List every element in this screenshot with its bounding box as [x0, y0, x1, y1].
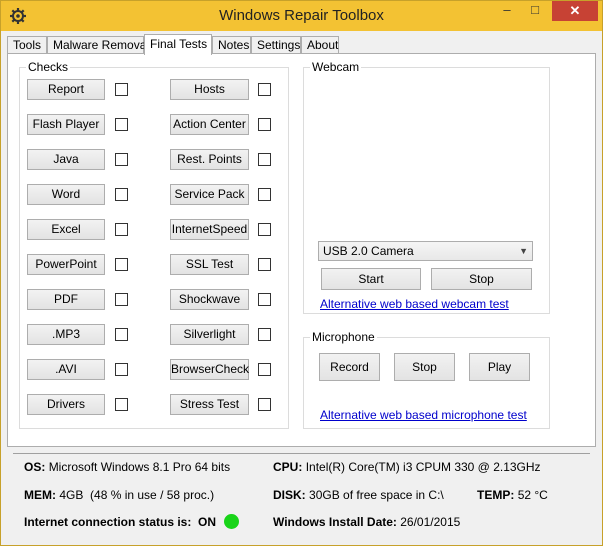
- net-value: ON: [198, 515, 217, 529]
- restore-points-checkbox[interactable]: [258, 153, 271, 166]
- microphone-stop-button[interactable]: Stop: [394, 353, 455, 381]
- microphone-play-button[interactable]: Play: [469, 353, 530, 381]
- checks-title: Checks: [26, 60, 71, 74]
- restore-points-button[interactable]: Rest. Points: [170, 149, 249, 170]
- flash-player-checkbox[interactable]: [115, 118, 128, 131]
- disk-info: DISK: 30GB of free space in C:\: [273, 488, 444, 502]
- mem-value: 4GB: [59, 488, 84, 502]
- internet-speed-checkbox[interactable]: [258, 223, 271, 236]
- microphone-record-button[interactable]: Record: [319, 353, 380, 381]
- ssl-test-checkbox[interactable]: [258, 258, 271, 271]
- webcam-title: Webcam: [310, 60, 362, 74]
- install-value: 26/01/2015: [400, 515, 461, 529]
- pdf-button[interactable]: PDF: [27, 289, 105, 310]
- net-info: Internet connection status is: ON: [24, 515, 216, 529]
- tab-notes[interactable]: Notes: [212, 36, 251, 53]
- tab-settings[interactable]: Settings: [251, 36, 301, 53]
- drivers-button[interactable]: Drivers: [27, 394, 105, 415]
- os-info: OS: Microsoft Windows 8.1 Pro 64 bits: [24, 460, 230, 474]
- tab-malware-removal[interactable]: Malware Removal: [47, 36, 149, 53]
- silverlight-checkbox[interactable]: [258, 328, 271, 341]
- shockwave-button[interactable]: Shockwave: [170, 289, 249, 310]
- mp3-checkbox[interactable]: [115, 328, 128, 341]
- stress-test-button[interactable]: Stress Test: [170, 394, 249, 415]
- minimize-button[interactable]: –: [493, 1, 521, 21]
- cpu-label: CPU:: [273, 460, 303, 474]
- stress-test-checkbox[interactable]: [258, 398, 271, 411]
- excel-button[interactable]: Excel: [27, 219, 105, 240]
- install-info: Windows Install Date: 26/01/2015: [273, 515, 460, 529]
- pdf-checkbox[interactable]: [115, 293, 128, 306]
- microphone-alt-link[interactable]: Alternative web based microphone test: [320, 408, 527, 422]
- internet-speed-button[interactable]: InternetSpeed: [170, 219, 249, 240]
- avi-checkbox[interactable]: [115, 363, 128, 376]
- maximize-button[interactable]: □: [521, 1, 549, 21]
- tab-final-tests[interactable]: Final Tests: [144, 34, 212, 55]
- install-label: Windows Install Date:: [273, 515, 397, 529]
- webcam-device-select[interactable]: USB 2.0 Camera ▼: [318, 241, 533, 261]
- final-tests-panel: Checks Report Flash Player Java Word Exc…: [7, 53, 596, 447]
- browser-check-button[interactable]: BrowserCheck: [170, 359, 249, 380]
- drivers-checkbox[interactable]: [115, 398, 128, 411]
- temp-label: TEMP:: [477, 488, 515, 502]
- temp-value: 52 °C: [517, 488, 548, 502]
- mem-label: MEM:: [24, 488, 56, 502]
- action-center-button[interactable]: Action Center: [170, 114, 249, 135]
- flash-player-button[interactable]: Flash Player: [27, 114, 105, 135]
- java-checkbox[interactable]: [115, 153, 128, 166]
- action-center-checkbox[interactable]: [258, 118, 271, 131]
- java-button[interactable]: Java: [27, 149, 105, 170]
- service-pack-checkbox[interactable]: [258, 188, 271, 201]
- temp-info: TEMP: 52 °C: [477, 488, 548, 502]
- webcam-alt-link[interactable]: Alternative web based webcam test: [320, 297, 509, 311]
- connection-status-icon: [224, 514, 239, 529]
- mem-info: MEM: 4GB (48 % in use / 58 proc.): [24, 488, 214, 502]
- powerpoint-button[interactable]: PowerPoint: [27, 254, 105, 275]
- chevron-down-icon: ▼: [519, 246, 528, 256]
- word-checkbox[interactable]: [115, 188, 128, 201]
- tab-about[interactable]: About: [301, 36, 339, 53]
- service-pack-button[interactable]: Service Pack: [170, 184, 249, 205]
- excel-checkbox[interactable]: [115, 223, 128, 236]
- shockwave-checkbox[interactable]: [258, 293, 271, 306]
- close-button[interactable]: ✕: [552, 1, 598, 21]
- browser-check-checkbox[interactable]: [258, 363, 271, 376]
- cpu-info: CPU: Intel(R) Core(TM) i3 CPU: [273, 460, 441, 474]
- avi-button[interactable]: .AVI: [27, 359, 105, 380]
- word-button[interactable]: Word: [27, 184, 105, 205]
- webcam-stop-button[interactable]: Stop: [431, 268, 532, 290]
- hosts-button[interactable]: Hosts: [170, 79, 249, 100]
- net-label: Internet connection status is:: [24, 515, 192, 529]
- hosts-checkbox[interactable]: [258, 83, 271, 96]
- disk-label: DISK:: [273, 488, 306, 502]
- tab-tools[interactable]: Tools: [7, 36, 47, 53]
- os-value: Microsoft Windows 8.1 Pro 64 bits: [48, 460, 231, 474]
- mp3-button[interactable]: .MP3: [27, 324, 105, 345]
- report-checkbox[interactable]: [115, 83, 128, 96]
- microphone-title: Microphone: [310, 330, 377, 344]
- mem-detail: (48 % in use / 58 proc.): [90, 488, 215, 502]
- cpu-model: M 330 @ 2.13GHz: [441, 460, 541, 474]
- report-button[interactable]: Report: [27, 79, 105, 100]
- divider: [13, 453, 590, 454]
- silverlight-button[interactable]: Silverlight: [170, 324, 249, 345]
- app-window: Windows Repair Toolbox – □ ✕ Tools Malwa…: [0, 0, 603, 546]
- os-label: OS:: [24, 460, 46, 474]
- webcam-device-value: USB 2.0 Camera: [323, 244, 414, 258]
- webcam-start-button[interactable]: Start: [321, 268, 421, 290]
- powerpoint-checkbox[interactable]: [115, 258, 128, 271]
- title-bar[interactable]: Windows Repair Toolbox – □ ✕: [1, 1, 602, 31]
- disk-value: 30GB of free space in C:\: [309, 488, 444, 502]
- ssl-test-button[interactable]: SSL Test: [170, 254, 249, 275]
- cpu-value: Intel(R) Core(TM) i3 CPU: [305, 460, 442, 474]
